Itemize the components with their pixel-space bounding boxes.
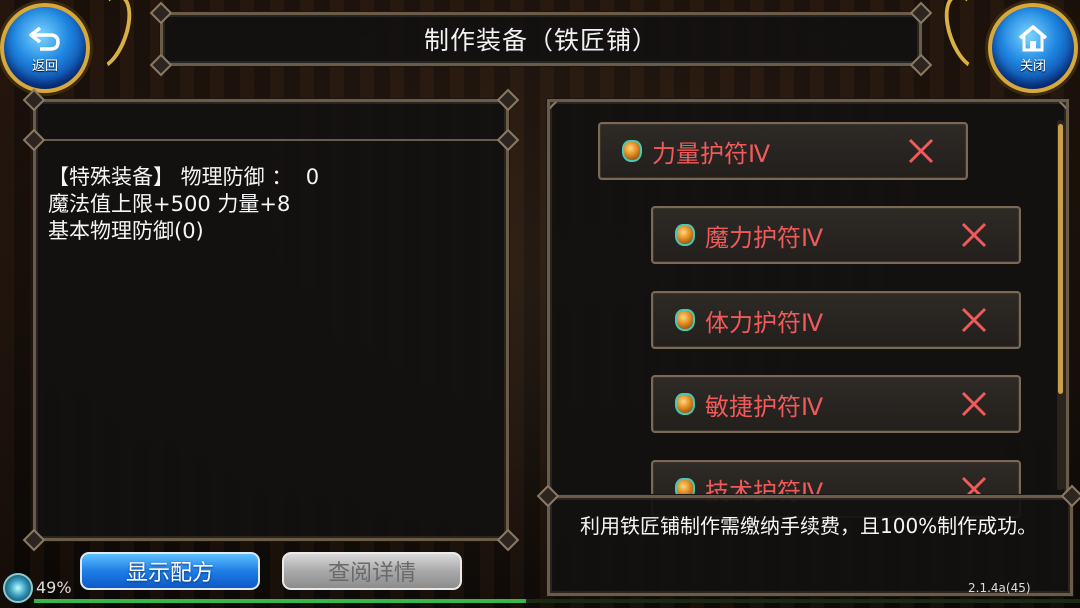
- close-x-icon[interactable]: [959, 389, 989, 419]
- title-bar: 制作装备（铁匠铺）: [149, 1, 933, 77]
- frame-corner: [1056, 102, 1066, 112]
- recipe-item-stamina[interactable]: 体力护符Ⅳ: [651, 291, 1021, 349]
- description-line: 【特殊装备】 物理防御 ： 0: [48, 165, 320, 189]
- close-x-icon[interactable]: [959, 305, 989, 335]
- close-x-icon[interactable]: [959, 220, 989, 250]
- amulet-gem-icon: [675, 224, 695, 246]
- close-button-label: 关闭: [1019, 58, 1046, 74]
- frame-corner: [550, 102, 560, 112]
- recipe-item-name: 体力护符Ⅳ: [705, 308, 824, 337]
- close-button[interactable]: 关闭: [988, 3, 1078, 93]
- recipe-item-agility[interactable]: 敏捷护符Ⅳ: [651, 375, 1021, 433]
- home-icon: [1018, 24, 1048, 51]
- battery-orb-icon: [3, 573, 33, 603]
- equipment-description: 【特殊装备】 物理防御 ： 0 魔法值上限+500 力量+8 基本物理防御(0): [48, 164, 498, 245]
- recipe-item-name: 敏捷护符Ⅳ: [705, 392, 824, 421]
- recipe-item-name: 力量护符Ⅳ: [652, 139, 771, 168]
- page-title: 制作装备（铁匠铺）: [423, 26, 658, 55]
- recipe-item-strength[interactable]: 力量护符Ⅳ: [598, 122, 968, 180]
- version-label: 2.1.4a(45): [968, 581, 1031, 595]
- battery-percent: 49%: [36, 578, 72, 597]
- panel-divider: [36, 139, 506, 141]
- return-arrow-icon: [29, 26, 60, 51]
- back-button-label: 返回: [31, 58, 58, 74]
- recipe-list-scrollbar-thumb[interactable]: [1058, 124, 1063, 394]
- equipment-info-panel: 【特殊装备】 物理防御 ： 0 魔法值上限+500 力量+8 基本物理防御(0): [22, 88, 520, 552]
- amulet-gem-icon: [675, 393, 695, 415]
- view-detail-button[interactable]: 查阅详情: [282, 552, 462, 590]
- close-x-icon[interactable]: [906, 136, 936, 166]
- amulet-gem-icon: [622, 140, 642, 162]
- description-line: 基本物理防御(0): [48, 219, 204, 243]
- fee-info-text: 利用铁匠铺制作需缴纳手续费，且100%制作成功。: [580, 514, 1038, 538]
- description-line: 魔法值上限+500 力量+8: [48, 192, 291, 216]
- recipe-item-magic[interactable]: 魔力护符Ⅳ: [651, 206, 1021, 264]
- back-button[interactable]: 返回: [0, 3, 90, 93]
- amulet-gem-icon: [675, 309, 695, 331]
- recipe-item-name: 魔力护符Ⅳ: [705, 223, 824, 252]
- show-recipe-button[interactable]: 显示配方: [80, 552, 260, 590]
- progress-bar-fill: [34, 599, 526, 603]
